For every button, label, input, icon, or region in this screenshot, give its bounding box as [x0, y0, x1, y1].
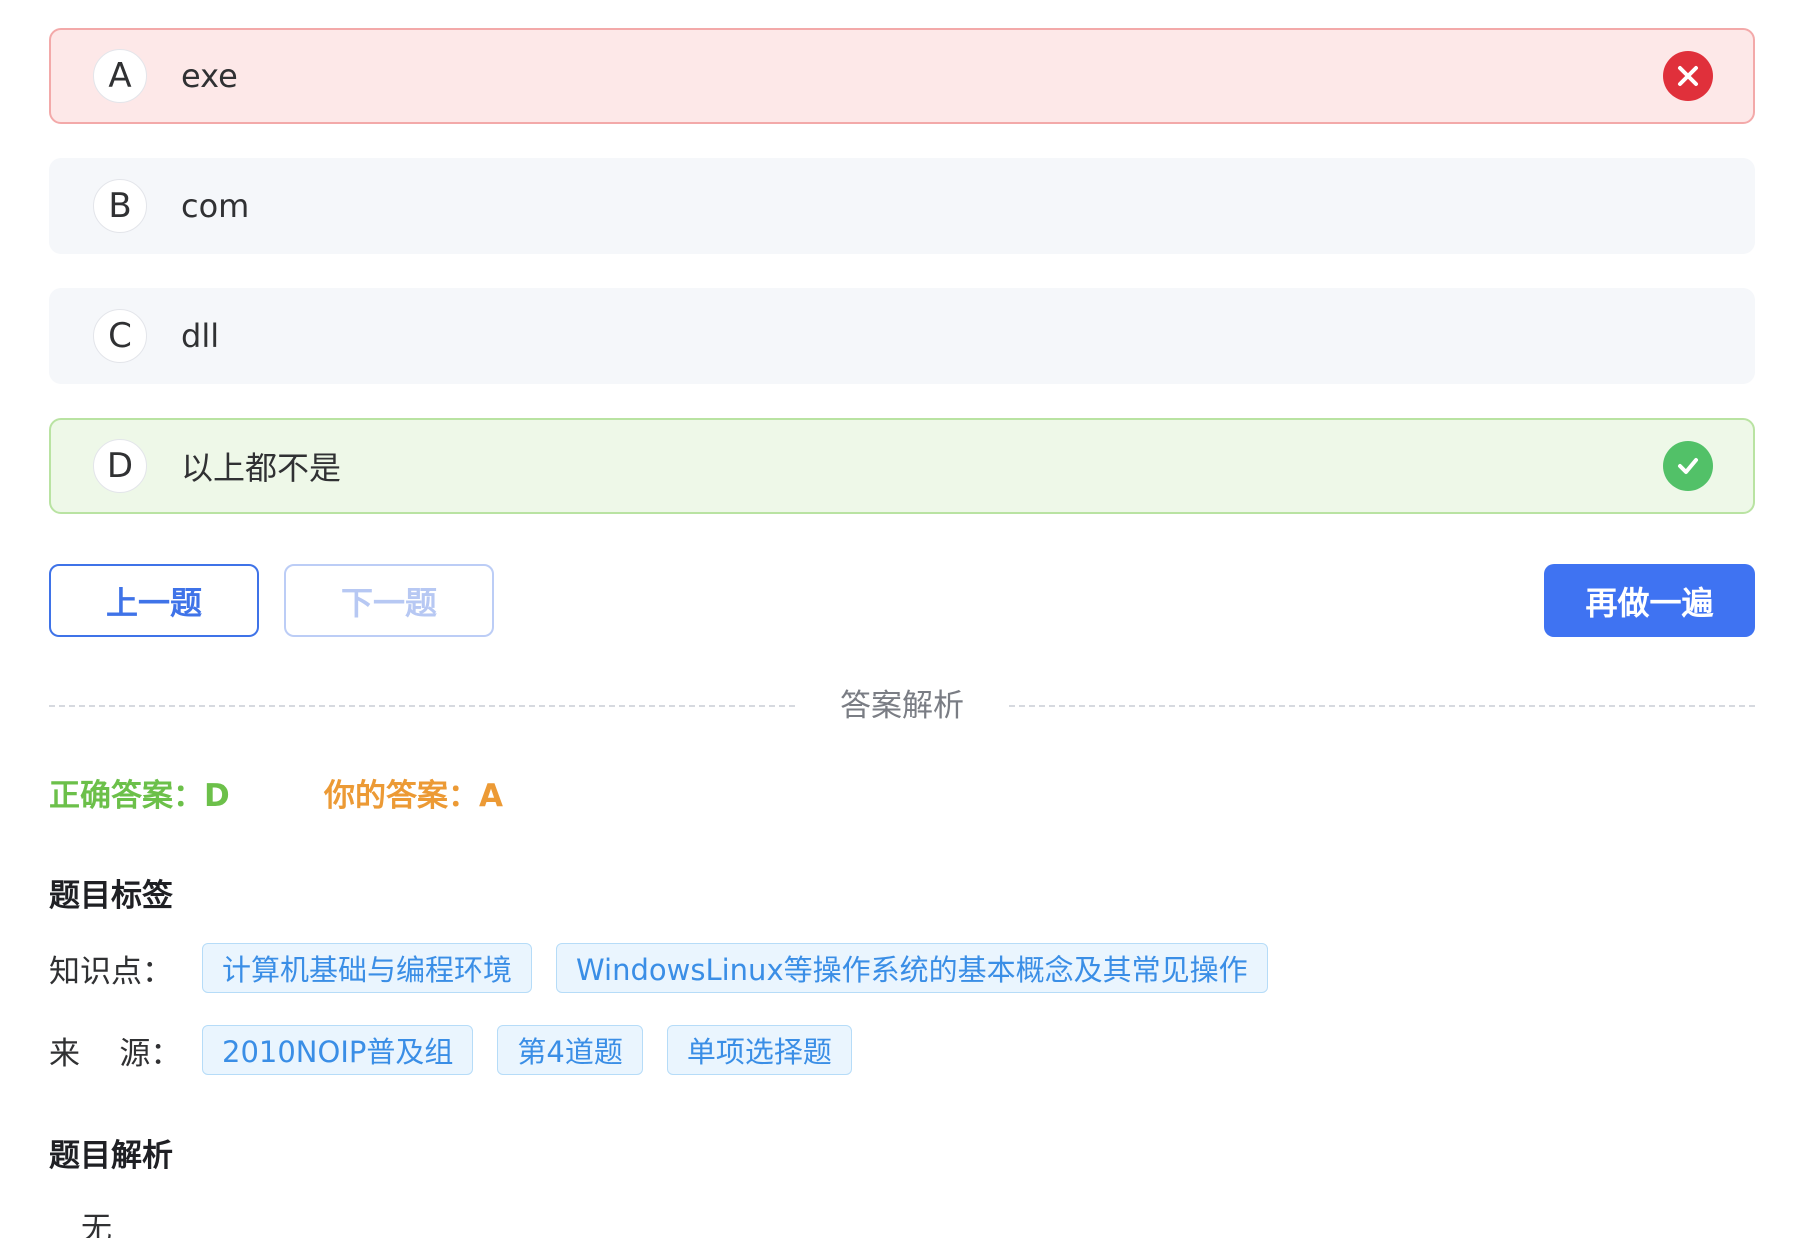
knowledge-tag[interactable]: WindowsLinux等操作系统的基本概念及其常见操作	[556, 943, 1268, 993]
option-d[interactable]: D 以上都不是	[49, 418, 1755, 514]
answer-summary: 正确答案：D 你的答案：A	[49, 774, 503, 818]
option-a[interactable]: A exe	[49, 28, 1755, 124]
option-letter: B	[93, 179, 147, 233]
check-icon	[1663, 441, 1713, 491]
option-text: exe	[181, 57, 238, 95]
option-letter: C	[93, 309, 147, 363]
your-answer: 你的答案：A	[324, 778, 503, 814]
redo-button[interactable]: 再做一遍	[1544, 564, 1755, 637]
source-tag[interactable]: 第4道题	[497, 1025, 643, 1075]
divider-line-right	[1009, 705, 1755, 707]
analysis-divider: 答案解析	[49, 686, 1755, 726]
question-result-page: A exe B com C dll D 以上都不是 上一题 下一题 再做一遍 答…	[0, 0, 1804, 1238]
explanation-heading: 题目解析	[49, 1138, 173, 1174]
option-list: A exe B com C dll D 以上都不是	[49, 28, 1755, 548]
tags-heading: 题目标签	[49, 878, 173, 914]
knowledge-tag[interactable]: 计算机基础与编程环境	[202, 943, 533, 993]
correct-answer: 正确答案：D	[49, 778, 230, 814]
option-text: dll	[181, 317, 220, 355]
knowledge-label: 知识点：	[49, 953, 173, 990]
source-tag[interactable]: 单项选择题	[666, 1025, 852, 1075]
option-text: 以上都不是	[181, 449, 342, 487]
knowledge-tags-row: 知识点： 计算机基础与编程环境 WindowsLinux等操作系统的基本概念及其…	[49, 943, 1292, 993]
source-tag[interactable]: 2010NOIP普及组	[202, 1025, 474, 1075]
source-tags-row: 来 源： 2010NOIP普及组 第4道题 单项选择题	[49, 1025, 876, 1075]
option-text: com	[181, 187, 250, 225]
explanation-text: 无	[81, 1211, 112, 1238]
prev-question-button[interactable]: 上一题	[49, 564, 259, 637]
option-letter: A	[93, 49, 147, 103]
close-icon	[1663, 51, 1713, 101]
option-c[interactable]: C dll	[49, 288, 1755, 384]
option-letter: D	[93, 439, 147, 493]
option-b[interactable]: B com	[49, 158, 1755, 254]
source-label: 来 源：	[49, 1035, 182, 1072]
next-question-button[interactable]: 下一题	[284, 564, 494, 637]
